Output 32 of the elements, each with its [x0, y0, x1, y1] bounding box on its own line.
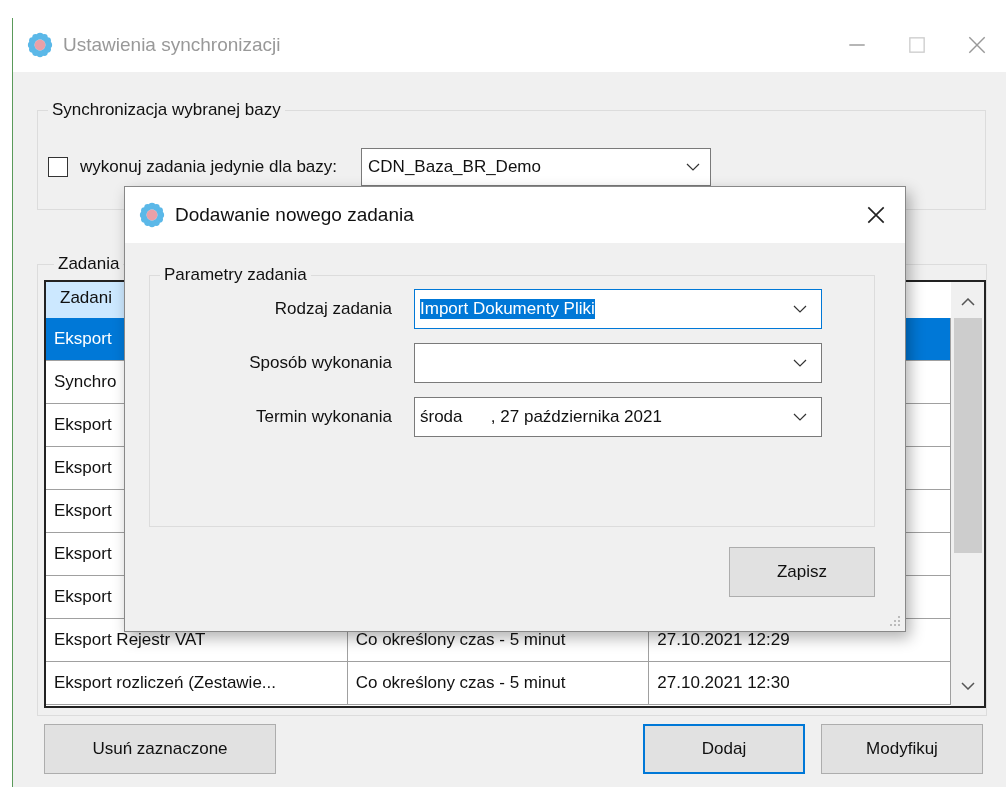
table-cell: Eksport rozliczeń (Zestawie...	[46, 662, 348, 704]
close-icon[interactable]	[865, 204, 887, 226]
group-title: Zadania	[57, 254, 121, 274]
dropdown-field[interactable]: środa , 27 października 2021	[414, 397, 822, 437]
group-title: Synchronizacja wybranej bazy	[51, 100, 282, 120]
checkbox[interactable]	[48, 157, 68, 177]
chevron-up-icon[interactable]	[960, 298, 975, 306]
table-row[interactable]: Eksport rozliczeń (Zestawie... Co określony czas - 5 minut 27.10.2021 12:30	[46, 662, 951, 705]
chevron-down-icon	[686, 163, 701, 171]
chevron-down-icon	[793, 305, 807, 313]
action-button[interactable]: Modyfikuj	[821, 724, 983, 774]
resize-grip-icon[interactable]	[889, 615, 901, 627]
window-title: Ustawienia synchronizacji	[63, 34, 281, 56]
group-title: Parametry zadania	[163, 265, 308, 285]
action-button[interactable]: Usuń zaznaczone	[44, 724, 276, 774]
dialog-title: Dodawanie nowego zadania	[175, 204, 414, 226]
save-button[interactable]: Zapisz	[729, 547, 875, 597]
chevron-down-icon[interactable]	[960, 682, 975, 690]
field-label: Rodzaj zadania	[273, 299, 392, 319]
flower-icon	[27, 32, 53, 58]
chevron-down-icon	[793, 359, 807, 367]
action-button[interactable]: Dodaj	[643, 724, 805, 774]
maximize-icon[interactable]	[906, 34, 928, 56]
dropdown-field[interactable]	[414, 343, 822, 383]
table-cell: Co określony czas - 5 minut	[347, 662, 650, 704]
scrollbar-thumb[interactable]	[953, 318, 982, 553]
dropdown-field[interactable]: Import Dokumenty Pliki	[414, 289, 822, 329]
scrollbar[interactable]	[951, 282, 984, 706]
flower-icon	[139, 202, 165, 228]
checkbox-label[interactable]: wykonuj zadania jedynie dla bazy:	[80, 157, 338, 177]
chevron-down-icon	[793, 413, 807, 421]
database-combo[interactable]: CDN_Baza_BR_Demo	[361, 148, 712, 186]
